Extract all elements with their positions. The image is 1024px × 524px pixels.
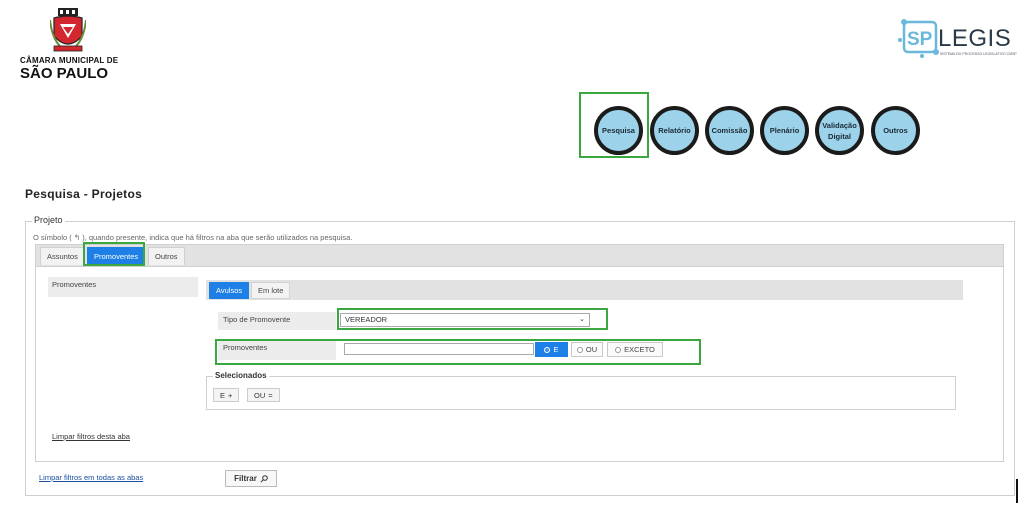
chip-ou[interactable]: OU =: [247, 388, 280, 402]
tab-em-lote[interactable]: Em lote: [251, 282, 291, 299]
splegis-mark-text: SP: [907, 29, 933, 50]
logic-e-option[interactable]: E: [535, 342, 568, 357]
chevron-down-icon: ⌄: [579, 316, 585, 323]
radio-icon: [576, 346, 583, 353]
promoventes-input[interactable]: [344, 343, 534, 355]
splegis-logo: SP LEGIS SISTEMA DO PROCESSO LEGISLATIVO…: [898, 16, 1017, 62]
projeto-legend: Projeto: [32, 215, 65, 225]
tab-avulsos[interactable]: Avulsos: [209, 282, 250, 299]
city-crest-icon: [50, 8, 86, 52]
plus-icon: +: [228, 390, 233, 400]
radio-icon: [615, 346, 622, 353]
org-name-line1: CÂMARA MUNICIPAL DE: [20, 56, 119, 65]
nav-relatorio-button[interactable]: Relatório: [650, 106, 699, 155]
nav-pesquisa-button[interactable]: Pesquisa: [594, 106, 643, 155]
clear-tab-filters-link[interactable]: Limpar filtros desta aba: [52, 432, 130, 441]
cmsp-logo: CÂMARA MUNICIPAL DE SÃO PAULO: [20, 8, 119, 82]
splegis-wordmark: LEGIS: [938, 25, 1012, 52]
promoventes-label: Promoventes: [218, 340, 336, 360]
clear-all-filters-link[interactable]: Limpar filtros em todas as abas: [39, 473, 143, 482]
radio-icon: [544, 346, 551, 353]
tipo-promovente-value: VEREADOR: [345, 315, 388, 324]
selecionados-legend: Selecionados: [213, 371, 269, 380]
tipo-promovente-select[interactable]: VEREADOR ⌄: [340, 313, 590, 327]
equals-icon: =: [268, 390, 273, 400]
filter-hint-text: O símbolo ( ↰ ), quando presente, indica…: [33, 233, 353, 242]
inner-tabs-bar: [206, 280, 963, 300]
page-title: Pesquisa - Projetos: [25, 187, 143, 201]
splegis-subtitle: SISTEMA DO PROCESSO LEGISLATIVO CMSP: [940, 52, 1017, 56]
nav-comissao-button[interactable]: Comissão: [705, 106, 754, 155]
search-icon: [260, 474, 268, 483]
logic-ou-option[interactable]: OU: [571, 342, 603, 357]
tab-outros[interactable]: Outros: [148, 247, 185, 265]
org-name-line2: SÃO PAULO: [20, 65, 109, 82]
nav-plenario-button[interactable]: Plenário: [760, 106, 809, 155]
filtrar-button[interactable]: Filtrar: [225, 470, 277, 487]
nav-validacao-digital-button[interactable]: Validação Digital: [815, 106, 864, 155]
selecionados-fieldset: [206, 376, 956, 410]
nav-outros-button[interactable]: Outros: [871, 106, 920, 155]
splegis-mark-icon: SP: [898, 19, 939, 58]
text-cursor: [1016, 479, 1018, 503]
chip-e[interactable]: E +: [213, 388, 240, 402]
panel-left-label: Promoventes: [48, 277, 198, 297]
logic-exceto-option[interactable]: EXCETO: [607, 342, 663, 357]
tipo-promovente-label: Tipo de Promovente: [218, 312, 336, 330]
tab-promoventes[interactable]: Promoventes: [87, 247, 146, 265]
tab-assuntos[interactable]: Assuntos: [40, 247, 85, 265]
